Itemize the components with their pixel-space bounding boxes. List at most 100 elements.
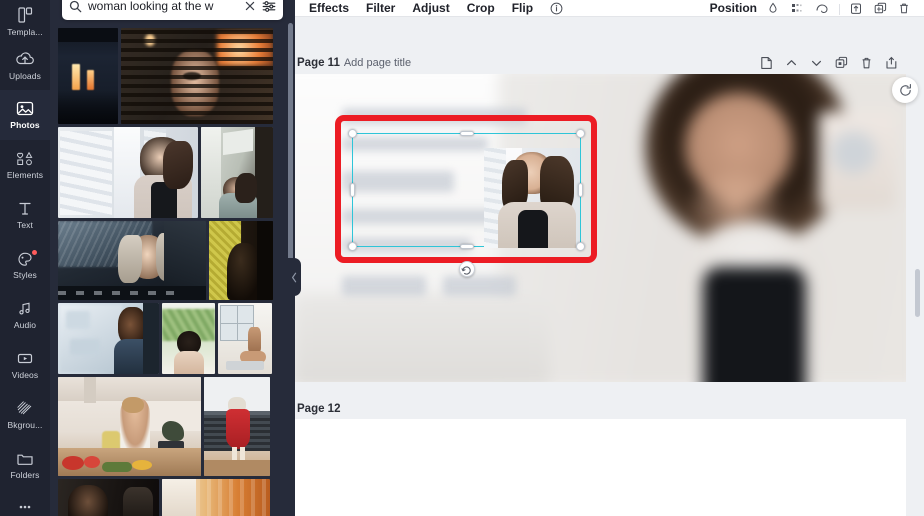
more-dots-icon bbox=[15, 503, 35, 513]
video-play-icon bbox=[15, 350, 35, 369]
add-page-title-link[interactable]: Add page title bbox=[344, 57, 411, 69]
photo-grid-row bbox=[58, 377, 283, 476]
move-down-chevron-icon[interactable] bbox=[810, 56, 823, 70]
sidebar-item-label: Audio bbox=[13, 320, 37, 330]
filter-sliders-icon[interactable] bbox=[262, 0, 276, 13]
transparency-icon[interactable] bbox=[767, 2, 781, 15]
photos-panel bbox=[50, 0, 301, 516]
sidebar-item-label: Folders bbox=[10, 470, 40, 480]
photo-man-profile-frosted-window[interactable] bbox=[58, 303, 159, 374]
photo-woman-dark-room[interactable] bbox=[58, 479, 159, 516]
templates-icon bbox=[15, 7, 35, 26]
audio-note-icon bbox=[15, 300, 35, 319]
search-bar[interactable] bbox=[62, 0, 283, 20]
close-x-icon[interactable] bbox=[244, 0, 256, 12]
sidebar-item-label: Text bbox=[17, 220, 33, 230]
photo-grid-row bbox=[58, 479, 283, 516]
photo-woman-behind-blinds[interactable] bbox=[121, 28, 273, 124]
sidebar-item-more[interactable]: More bbox=[0, 490, 50, 516]
photo-woman-kitchen-wine[interactable] bbox=[58, 377, 201, 476]
page-title-next: Page 12 bbox=[297, 403, 341, 415]
folder-icon bbox=[15, 450, 35, 469]
panel-collapse-chevron-icon bbox=[291, 272, 298, 283]
photo-woman-street-window[interactable] bbox=[58, 127, 198, 218]
resize-handle-top-left[interactable] bbox=[348, 129, 357, 138]
delete-page-trash-icon[interactable] bbox=[860, 56, 873, 70]
sidebar-item-photos[interactable]: Photos bbox=[0, 90, 50, 140]
rotate-refresh-icon bbox=[898, 83, 913, 98]
toolbar-divider bbox=[839, 4, 840, 15]
panel-collapse-button[interactable] bbox=[288, 258, 301, 296]
adjust-button[interactable]: Adjust bbox=[412, 2, 449, 15]
flip-button[interactable]: Flip bbox=[512, 2, 533, 15]
position-button[interactable]: Position bbox=[710, 2, 757, 15]
upload-cloud-icon bbox=[15, 51, 35, 70]
canvas-scroll-area[interactable]: Page 11 Add page title Page 12 bbox=[295, 17, 924, 516]
resize-handle-bottom-left[interactable] bbox=[348, 242, 357, 251]
toolbar-right-group: Position bbox=[710, 2, 912, 15]
crop-button[interactable]: Crop bbox=[467, 2, 495, 15]
resize-handle-top-middle[interactable] bbox=[459, 131, 474, 136]
styles-palette-icon bbox=[15, 250, 35, 269]
resize-handle-top-right[interactable] bbox=[576, 129, 585, 138]
resize-handle-right-middle[interactable] bbox=[578, 183, 583, 197]
sidebar-item-label: Videos bbox=[11, 370, 39, 380]
effects-button[interactable]: Effects bbox=[309, 2, 349, 15]
photo-woman-silhouette-yellow[interactable] bbox=[209, 221, 273, 300]
sidebar-item-videos[interactable]: Videos bbox=[0, 340, 50, 390]
page-title: Page 11 bbox=[297, 57, 340, 69]
upload-box-icon[interactable] bbox=[850, 2, 864, 15]
resize-handle-bottom-middle[interactable] bbox=[459, 244, 474, 249]
photo-woman-sitting-window-light[interactable] bbox=[218, 303, 272, 374]
photos-panel-scrollbar[interactable] bbox=[288, 23, 293, 278]
move-up-chevron-icon[interactable] bbox=[785, 56, 798, 70]
sidebar-item-background[interactable]: Bkgrou... bbox=[0, 390, 50, 440]
copy-style-icon[interactable] bbox=[815, 2, 829, 15]
search-input[interactable] bbox=[88, 0, 238, 13]
photo-woman-cafe-window[interactable] bbox=[201, 127, 273, 218]
selected-photo-woman-street bbox=[484, 148, 580, 248]
photo-grid-row bbox=[58, 303, 283, 374]
rotate-refresh-button[interactable] bbox=[892, 77, 918, 103]
design-page-12[interactable] bbox=[295, 419, 906, 516]
sidebar-item-styles[interactable]: Styles bbox=[0, 240, 50, 290]
animate-icon[interactable] bbox=[791, 2, 805, 15]
photo-child-red-dress-window[interactable] bbox=[204, 377, 270, 476]
photo-city-night-window[interactable] bbox=[58, 28, 118, 124]
image-toolbar: Effects Filter Adjust Crop Flip Position bbox=[295, 0, 924, 17]
duplicate-page-icon[interactable] bbox=[835, 56, 848, 70]
photo-woman-orange-curtain[interactable] bbox=[162, 479, 270, 516]
photos-icon bbox=[15, 100, 35, 119]
sidebar-item-label: Uploads bbox=[9, 71, 41, 81]
sidebar-item-folders[interactable]: Folders bbox=[0, 440, 50, 490]
sidebar-item-label: Templa... bbox=[7, 27, 43, 37]
photo-woman-in-car-rain[interactable] bbox=[58, 221, 206, 300]
sidebar-item-label: Photos bbox=[10, 120, 40, 130]
resize-handle-bottom-right[interactable] bbox=[576, 242, 585, 251]
background-hatch-icon bbox=[15, 400, 35, 419]
selected-image-frame[interactable] bbox=[348, 129, 585, 277]
sidebar-item-text[interactable]: Text bbox=[0, 190, 50, 240]
rotate-handle-icon[interactable] bbox=[458, 261, 475, 277]
page-notes-icon[interactable] bbox=[760, 56, 773, 70]
add-page-icon[interactable] bbox=[885, 56, 898, 70]
photo-grid-row bbox=[58, 127, 283, 218]
sidebar-item-label: Bkgrou... bbox=[7, 420, 43, 430]
info-circle-icon[interactable] bbox=[550, 2, 563, 15]
duplicate-icon[interactable] bbox=[874, 2, 888, 15]
sidebar-item-uploads[interactable]: Uploads bbox=[0, 42, 50, 90]
filter-button[interactable]: Filter bbox=[366, 2, 395, 15]
photo-grid-row bbox=[58, 28, 283, 124]
editor-main: Effects Filter Adjust Crop Flip Position bbox=[295, 0, 924, 516]
photo-woman-back-garden[interactable] bbox=[162, 303, 215, 374]
page-actions bbox=[760, 56, 898, 70]
sidebar-item-label: Elements bbox=[6, 170, 44, 180]
design-page-11[interactable] bbox=[295, 74, 906, 382]
delete-trash-icon[interactable] bbox=[898, 2, 912, 15]
toolbar-left-group: Effects Filter Adjust Crop Flip bbox=[309, 2, 563, 15]
sidebar-item-elements[interactable]: Elements bbox=[0, 140, 50, 190]
resize-handle-left-middle[interactable] bbox=[350, 183, 355, 197]
sidebar-item-templates[interactable]: Templa... bbox=[0, 0, 50, 42]
sidebar-item-audio[interactable]: Audio bbox=[0, 290, 50, 340]
canvas-scrollbar[interactable] bbox=[915, 269, 920, 317]
